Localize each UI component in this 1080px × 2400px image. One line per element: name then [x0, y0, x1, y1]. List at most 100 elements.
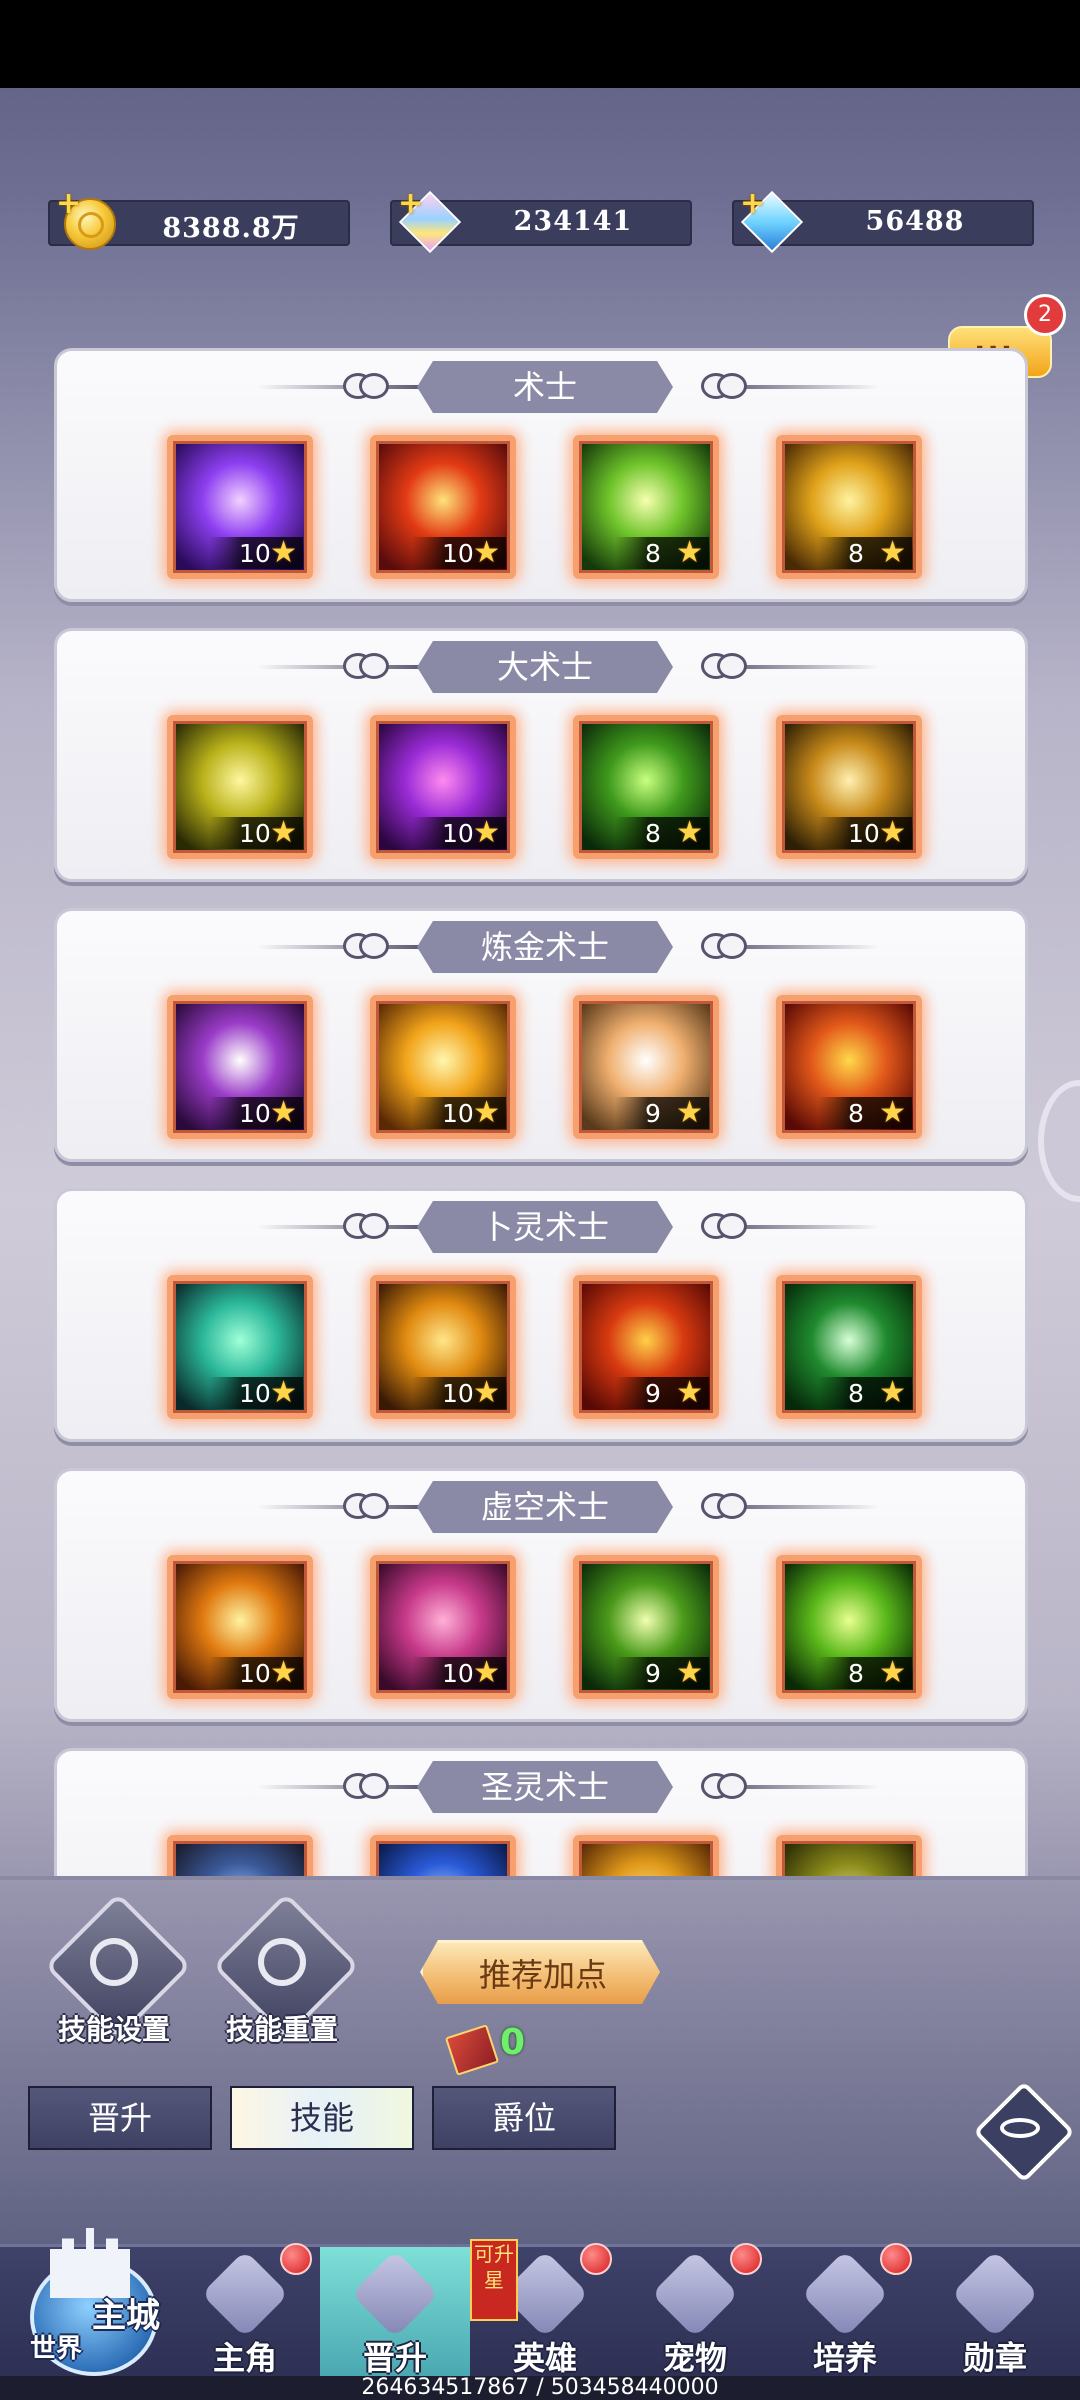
medal-icon — [951, 2250, 1039, 2338]
star-icon: ★ — [270, 1095, 297, 1130]
skill-icon[interactable] — [573, 1835, 719, 1876]
nav-heroes[interactable]: 英雄 可升星 — [470, 2239, 620, 2387]
skill-class-panel: 圣灵术士 — [54, 1748, 1028, 1876]
skill-level: 10 — [848, 819, 880, 848]
knot-ornament-icon — [343, 1493, 389, 1519]
nav-pets[interactable]: 宠物 — [620, 2243, 770, 2387]
nav-medals[interactable]: 勋章 — [920, 2247, 1070, 2387]
divider — [0, 1876, 1080, 1880]
skill-level-badge: 10 ★ — [209, 1095, 303, 1130]
skill-level: 10 — [239, 819, 271, 848]
skill-icon[interactable]: 8 ★ — [573, 715, 719, 859]
side-ring-icon[interactable] — [1038, 1080, 1080, 1202]
skill-icon[interactable]: 8 ★ — [776, 995, 922, 1139]
tab-promotion[interactable]: 晋升 — [28, 2086, 212, 2150]
skill-level: 8 — [645, 819, 661, 848]
skill-icon[interactable]: 8 ★ — [776, 1275, 922, 1419]
skill-icon[interactable]: 10 ★ — [370, 1555, 516, 1699]
recommend-points-button[interactable]: 推荐加点 — [420, 1940, 660, 2004]
add-gold-icon[interactable]: + — [56, 186, 81, 221]
skill-settings-button[interactable]: 技能设置 — [44, 1892, 192, 2046]
skill-icon[interactable]: 8 ★ — [776, 435, 922, 579]
skill-level-badge: 8 ★ — [818, 1095, 912, 1130]
nav-label: 宠物 — [662, 2339, 727, 2377]
nav-hero[interactable]: 主角 — [170, 2243, 320, 2387]
skill-icon[interactable]: 10 ★ — [370, 995, 516, 1139]
knot-ornament-icon — [701, 1493, 747, 1519]
view-switch-button[interactable] — [972, 2080, 1075, 2183]
gear-icon — [90, 1938, 138, 1986]
skill-icon[interactable] — [776, 1835, 922, 1876]
star-icon: ★ — [676, 1095, 703, 1130]
ornament-line-left — [257, 665, 427, 669]
nav-label: 晋升 — [362, 2339, 427, 2377]
skill-icon[interactable]: 10 ★ — [370, 1275, 516, 1419]
diamond-resource[interactable]: + 56488 — [732, 186, 1034, 254]
skill-class-panel: 卜灵术士 10 ★ 10 ★ 9 ★ 8 ★ — [54, 1188, 1028, 1442]
skill-icon[interactable]: 8 ★ — [776, 1555, 922, 1699]
skill-icon[interactable]: 10 ★ — [167, 435, 313, 579]
skill-icon[interactable]: 10 ★ — [167, 995, 313, 1139]
skill-reset-button[interactable]: 技能重置 — [212, 1892, 360, 2046]
add-diamond-icon[interactable]: + — [740, 186, 765, 221]
star-icon: ★ — [676, 815, 703, 850]
pet-face-icon — [651, 2250, 739, 2338]
skill-book-icon — [444, 2024, 500, 2076]
rainbow-gem-resource[interactable]: + 234141 — [390, 186, 692, 254]
nav-training[interactable]: 培养 — [770, 2243, 920, 2387]
class-title: 圣灵术士 — [417, 1761, 673, 1813]
skill-level-badge: 8 ★ — [818, 535, 912, 570]
skill-icon[interactable]: 10 ★ — [167, 1555, 313, 1699]
main-city-button[interactable]: 主城 世界 — [10, 2218, 160, 2388]
tab-skills[interactable]: 技能 — [230, 2086, 414, 2150]
skill-class-panel: 大术士 10 ★ 10 ★ 8 ★ 10 ★ — [54, 628, 1028, 882]
tab-title[interactable]: 爵位 — [432, 2086, 616, 2150]
ornament-line-left — [257, 385, 427, 389]
class-title: 术士 — [417, 361, 673, 413]
star-icon: ★ — [879, 1375, 906, 1410]
star-icon: ★ — [473, 815, 500, 850]
skill-level: 8 — [848, 539, 864, 568]
knot-ornament-icon — [701, 373, 747, 399]
skill-icon[interactable]: 10 ★ — [370, 435, 516, 579]
nav-promotion[interactable]: 晋升 — [320, 2247, 470, 2387]
skill-icon[interactable]: 10 ★ — [776, 715, 922, 859]
star-icon: ★ — [676, 535, 703, 570]
skill-icon[interactable]: 10 ★ — [370, 715, 516, 859]
nav-label: 培养 — [812, 2339, 877, 2377]
class-title: 大术士 — [417, 641, 673, 693]
skill-icon[interactable]: 9 ★ — [573, 1555, 719, 1699]
bottom-nav: 主角 晋升 英雄 可升星宠物 培养 勋章 — [0, 2239, 1080, 2387]
skill-level-badge: 8 ★ — [615, 535, 709, 570]
skill-icon[interactable]: 10 ★ — [167, 715, 313, 859]
skill-level: 10 — [442, 1659, 474, 1688]
skill-level-badge: 10 ★ — [412, 1375, 506, 1410]
skill-class-list[interactable]: 术士 10 ★ 10 ★ 8 ★ 8 ★ 大术士 10 ★ 10 ★ 8 ★ 10 ★ 炼金术士 10 ★ 10 ★ 9 ★ 8 ★… — [54, 348, 1030, 1876]
hero-helmet-icon — [201, 2250, 289, 2338]
skill-level-badge: 9 ★ — [615, 1375, 709, 1410]
class-title: 卜灵术士 — [417, 1201, 673, 1253]
skill-level: 10 — [239, 539, 271, 568]
skill-icon[interactable]: 9 ★ — [573, 995, 719, 1139]
skill-icon[interactable] — [167, 1835, 313, 1876]
skill-icon[interactable]: 8 ★ — [573, 435, 719, 579]
ornament-line-left — [257, 1785, 427, 1789]
star-icon: ★ — [270, 535, 297, 570]
crown-icon — [351, 2250, 439, 2338]
gold-resource[interactable]: + 8388.8万 — [48, 186, 350, 250]
knot-ornament-icon — [701, 653, 747, 679]
skill-level: 8 — [645, 539, 661, 568]
add-rainbow-gem-icon[interactable]: + — [398, 186, 423, 221]
skill-icon[interactable] — [370, 1835, 516, 1876]
knot-ornament-icon — [343, 933, 389, 959]
skill-icon[interactable]: 9 ★ — [573, 1275, 719, 1419]
main-city-label: 主城 — [92, 2296, 160, 2336]
star-icon: ★ — [676, 1655, 703, 1690]
skill-icon[interactable]: 10 ★ — [167, 1275, 313, 1419]
ornament-line-left — [257, 945, 427, 949]
knot-ornament-icon — [343, 653, 389, 679]
skill-level: 8 — [848, 1659, 864, 1688]
skill-level-badge: 10 ★ — [818, 815, 912, 850]
skill-class-panel: 炼金术士 10 ★ 10 ★ 9 ★ 8 ★ — [54, 908, 1028, 1162]
star-icon: ★ — [879, 1655, 906, 1690]
